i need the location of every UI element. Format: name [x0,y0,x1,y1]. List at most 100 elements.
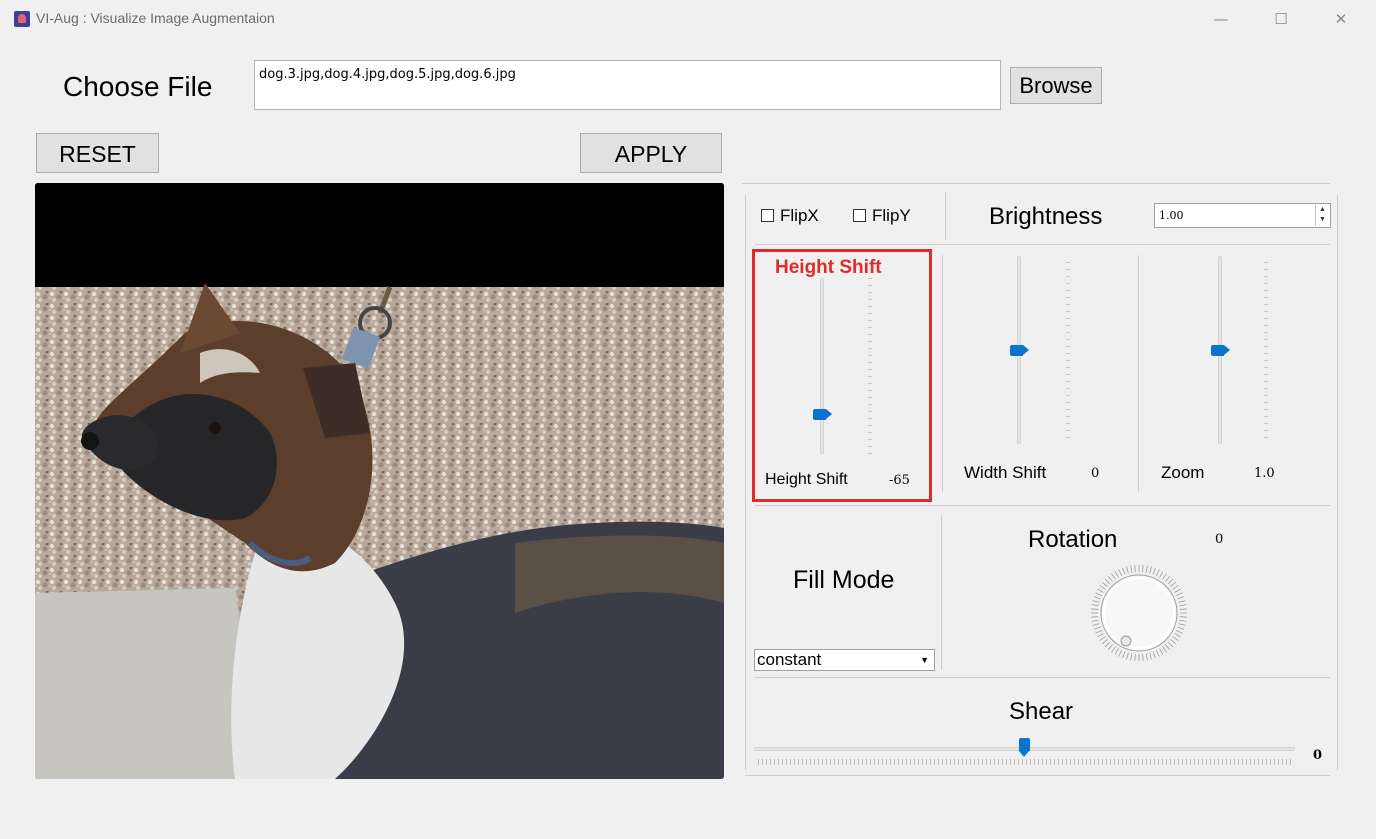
dial-tick [1130,565,1133,573]
dial-tick [1095,629,1103,634]
brightness-spinbox[interactable]: 1.00 ▲ ▼ [1154,203,1331,228]
dial-tick [1167,578,1174,585]
dial-tick [1177,626,1185,630]
divider [1138,255,1139,492]
dial-tick [1145,653,1148,661]
dial-tick [1179,608,1187,610]
title-bar: VI-Aug : Visualize Image Augmentaion — ☐… [0,0,1376,38]
flipx-checkbox[interactable]: FlipX [761,206,819,226]
dial-tick [1091,616,1099,618]
dial-tick [1111,646,1116,653]
rotation-dial-face[interactable] [1100,574,1178,652]
dial-tick [1092,600,1100,603]
spin-down-icon[interactable]: ▼ [1316,215,1329,225]
close-button[interactable]: ✕ [1321,6,1361,32]
dial-tick [1107,575,1113,582]
divider [945,192,946,240]
dial-tick [1170,581,1177,587]
dial-tick [1118,649,1123,657]
width-shift-slider-thumb[interactable] [1010,345,1030,356]
dial-tick [1091,608,1099,610]
checkbox-box[interactable] [761,209,774,222]
dial-tick [1174,633,1181,638]
fill-mode-label: Fill Mode [793,566,895,594]
dial-tick [1104,641,1111,648]
dial-tick [1134,565,1136,573]
panel-border-top [742,183,1330,184]
dial-tick [1179,619,1187,622]
rotation-dial[interactable] [1084,563,1194,663]
dial-tick [1177,596,1185,600]
dial-tick [1159,648,1164,655]
checkbox-box[interactable] [853,209,866,222]
dial-tick [1149,566,1152,574]
dial-tick [1101,639,1108,645]
shear-slider-thumb[interactable] [1019,738,1030,758]
dial-tick [1097,588,1104,593]
dial-tick [1175,592,1183,597]
dial-tick [1142,653,1144,661]
apply-button[interactable]: APPLY [580,133,722,173]
browse-button[interactable]: Browse [1010,67,1102,104]
dial-tick [1167,641,1174,648]
dial-tick [1093,596,1101,600]
maximize-button[interactable]: ☐ [1261,6,1301,32]
zoom-value: 1.0 [1254,466,1275,481]
dial-tick [1178,600,1186,603]
flipy-label: FlipY [872,206,911,225]
height-shift-slider-track[interactable] [820,278,824,454]
dial-tick [1099,636,1106,641]
divider [755,677,1330,678]
divider [942,255,943,492]
dial-tick [1174,588,1181,593]
dial-tick [1097,633,1104,638]
height-shift-slider-ticks [868,278,872,454]
dial-tick [1159,571,1164,578]
dial-tick [1179,616,1187,618]
dial-tick [1175,629,1183,634]
chevron-down-icon[interactable]: ▼ [920,650,929,670]
dial-tick [1172,636,1179,641]
dial-tick [1093,626,1101,630]
dial-tick [1114,648,1119,655]
dial-tick [1130,653,1133,661]
dial-tick [1162,646,1167,653]
dial-tick [1126,652,1129,660]
reset-button[interactable]: RESET [36,133,159,173]
flipy-checkbox[interactable]: FlipY [853,206,911,226]
file-path-field[interactable]: dog.3.jpg,dog.4.jpg,dog.5.jpg,dog.6.jpg [254,60,1001,110]
dial-tick [1149,652,1152,660]
dial-tick [1162,573,1167,580]
divider [755,505,1330,506]
height-shift-highlight [752,249,932,502]
dial-tick [1134,653,1136,661]
dial-tick [1152,651,1156,659]
shear-label: Shear [1009,698,1074,725]
dial-tick [1099,585,1106,590]
brightness-value: 1.00 [1159,209,1184,222]
dial-tick [1165,644,1171,651]
dial-tick [1091,604,1099,607]
fill-mode-select[interactable]: constant ▼ [754,649,935,671]
dial-tick [1178,623,1186,626]
shear-slider-ticks [758,759,1291,765]
height-shift-slider-thumb[interactable] [813,409,833,420]
brightness-label: Brightness [989,203,1103,230]
dial-tick [1114,571,1119,578]
dial-tick [1179,604,1187,607]
dial-tick [1111,573,1116,580]
app-icon [14,11,30,27]
panel-border-bottom [745,775,1330,776]
image-preview [35,183,724,779]
spin-arrows[interactable]: ▲ ▼ [1315,205,1329,226]
zoom-slider-thumb[interactable] [1211,345,1231,356]
dial-tick [1104,578,1111,585]
panel-border-left [745,195,746,770]
spin-up-icon[interactable]: ▲ [1316,205,1329,215]
rotation-label: Rotation [1028,526,1118,553]
dial-tick [1092,623,1100,626]
dial-tick [1165,575,1171,582]
dial-tick [1095,592,1103,597]
minimize-button[interactable]: — [1201,6,1241,32]
dial-tick [1122,567,1126,575]
